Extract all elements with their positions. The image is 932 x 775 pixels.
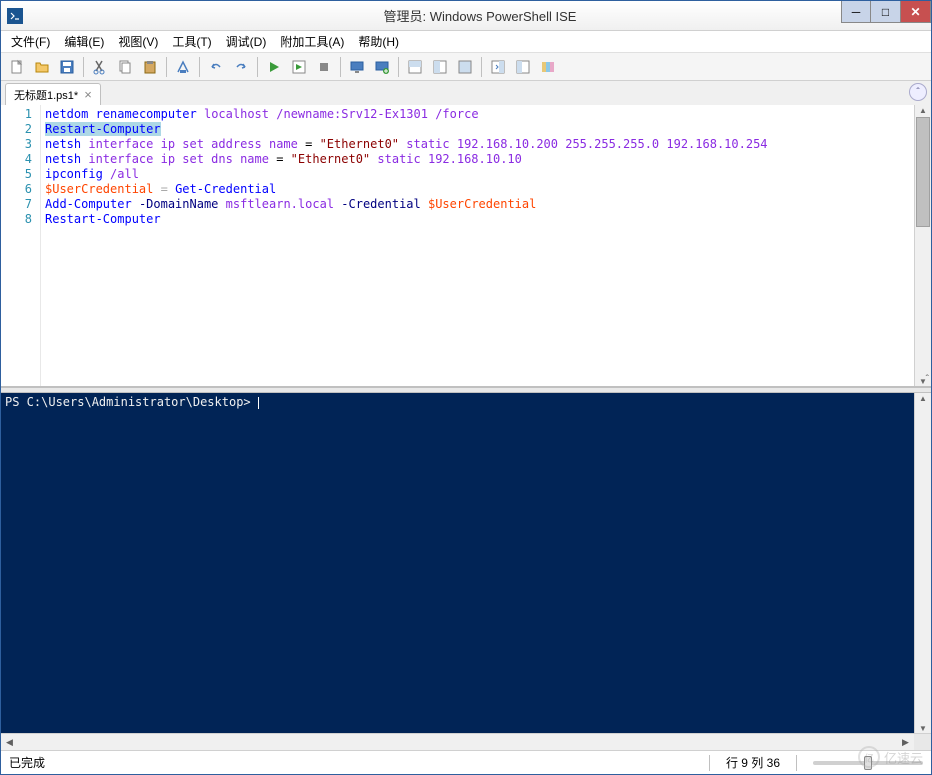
minimize-button[interactable]: ─ <box>841 1 871 23</box>
tab-untitled[interactable]: 无标题1.ps1* × <box>5 83 101 105</box>
toolbar-separator <box>166 57 167 77</box>
editor-area: 12345678 netdom renamecomputer localhost… <box>1 105 931 750</box>
scroll-left-icon[interactable]: ◀ <box>1 734 18 750</box>
status-text: 已完成 <box>9 754 45 771</box>
copy-icon[interactable] <box>113 55 137 79</box>
code-line[interactable]: $UserCredential = Get-Credential <box>45 182 910 197</box>
new-remote-icon[interactable] <box>370 55 394 79</box>
code-editor[interactable]: netdom renamecomputer localhost /newname… <box>41 105 914 386</box>
remote-icon[interactable] <box>345 55 369 79</box>
menu-file[interactable]: 文件(F) <box>5 31 56 52</box>
console-input[interactable]: PS C:\Users\Administrator\Desktop> <box>1 393 914 733</box>
app-icon <box>7 8 23 24</box>
menu-view[interactable]: 视图(V) <box>112 31 164 52</box>
line-number: 1 <box>1 107 32 122</box>
code-line[interactable]: Restart-Computer <box>45 212 910 227</box>
cursor-position: 行 9 列 36 <box>726 754 780 771</box>
run-icon[interactable] <box>262 55 286 79</box>
cut-icon[interactable] <box>88 55 112 79</box>
paste-icon[interactable] <box>138 55 162 79</box>
status-separator <box>796 755 797 771</box>
console-pane: PS C:\Users\Administrator\Desktop> ▲ ▼ ◀… <box>1 393 931 750</box>
maximize-button[interactable]: □ <box>871 1 901 23</box>
scroll-thumb[interactable] <box>916 117 930 227</box>
layout-max-icon[interactable] <box>453 55 477 79</box>
line-number: 4 <box>1 152 32 167</box>
line-number-gutter: 12345678 <box>1 105 41 386</box>
tab-close-icon[interactable]: × <box>84 88 92 101</box>
console-horizontal-scrollbar[interactable]: ◀ ▶ <box>1 733 931 750</box>
line-number: 6 <box>1 182 32 197</box>
app-window: 管理员: Windows PowerShell ISE ─ □ ✕ 文件(F) … <box>0 0 932 775</box>
script-pane: 12345678 netdom renamecomputer localhost… <box>1 105 931 387</box>
tab-label: 无标题1.ps1* <box>14 87 78 103</box>
toolbar-separator <box>481 57 482 77</box>
zoom-thumb[interactable] <box>864 756 872 770</box>
console-prompt: PS C:\Users\Administrator\Desktop> <box>5 395 258 409</box>
scroll-up-icon[interactable]: ▲ <box>915 393 931 403</box>
layout-script-icon[interactable] <box>403 55 427 79</box>
code-line[interactable]: netsh interface ip set dns name = "Ether… <box>45 152 910 167</box>
scroll-corner <box>914 734 931 750</box>
toolbar-separator <box>257 57 258 77</box>
toolbar-separator <box>83 57 84 77</box>
menu-debug[interactable]: 调试(D) <box>220 31 273 52</box>
menu-help[interactable]: 帮助(H) <box>352 31 405 52</box>
window-title: 管理员: Windows PowerShell ISE <box>29 6 931 25</box>
tabbar: 无标题1.ps1* × ˆ <box>1 81 931 105</box>
scroll-track[interactable] <box>18 734 897 750</box>
command-addon-icon[interactable] <box>511 55 535 79</box>
pane-splitter[interactable]: ˆ <box>1 387 931 393</box>
menubar: 文件(F) 编辑(E) 视图(V) 工具(T) 调试(D) 附加工具(A) 帮助… <box>1 31 931 53</box>
scroll-down-icon[interactable]: ▼ <box>915 723 931 733</box>
stop-icon[interactable] <box>312 55 336 79</box>
window-controls: ─ □ ✕ <box>841 1 931 23</box>
menu-tools[interactable]: 工具(T) <box>166 31 217 52</box>
line-number: 7 <box>1 197 32 212</box>
save-icon[interactable] <box>55 55 79 79</box>
code-line[interactable]: ipconfig /all <box>45 167 910 182</box>
toolbar <box>1 53 931 81</box>
undo-icon[interactable] <box>204 55 228 79</box>
clear-icon[interactable] <box>171 55 195 79</box>
redo-icon[interactable] <box>229 55 253 79</box>
code-line[interactable]: netdom renamecomputer localhost /newname… <box>45 107 910 122</box>
command-pane-icon[interactable] <box>486 55 510 79</box>
toolbar-separator <box>199 57 200 77</box>
statusbar: 已完成 行 9 列 36 <box>1 750 931 774</box>
scroll-up-icon[interactable]: ▲ <box>915 105 931 115</box>
toolbar-separator <box>398 57 399 77</box>
titlebar: 管理员: Windows PowerShell ISE ─ □ ✕ <box>1 1 931 31</box>
text-cursor <box>258 397 259 409</box>
run-selection-icon[interactable] <box>287 55 311 79</box>
status-separator <box>709 755 710 771</box>
options-icon[interactable] <box>536 55 560 79</box>
layout-side-icon[interactable] <box>428 55 452 79</box>
menu-edit[interactable]: 编辑(E) <box>58 31 110 52</box>
code-line[interactable]: netsh interface ip set address name = "E… <box>45 137 910 152</box>
line-number: 5 <box>1 167 32 182</box>
line-number: 3 <box>1 137 32 152</box>
zoom-slider[interactable] <box>813 761 923 765</box>
line-number: 8 <box>1 212 32 227</box>
console-vertical-scrollbar[interactable]: ▲ ▼ <box>914 393 931 733</box>
console-body: PS C:\Users\Administrator\Desktop> ▲ ▼ <box>1 393 931 733</box>
line-number: 2 <box>1 122 32 137</box>
code-line[interactable]: Add-Computer -DomainName msftlearn.local… <box>45 197 910 212</box>
vertical-scrollbar[interactable]: ▲ ▼ <box>914 105 931 386</box>
menu-addons[interactable]: 附加工具(A) <box>274 31 350 52</box>
new-file-icon[interactable] <box>5 55 29 79</box>
collapse-script-pane-icon[interactable]: ˆ <box>909 83 927 101</box>
scroll-right-icon[interactable]: ▶ <box>897 734 914 750</box>
open-folder-icon[interactable] <box>30 55 54 79</box>
toolbar-separator <box>340 57 341 77</box>
code-line[interactable]: Restart-Computer <box>45 122 910 137</box>
close-button[interactable]: ✕ <box>901 1 931 23</box>
collapse-console-icon[interactable]: ˆ <box>926 374 929 385</box>
